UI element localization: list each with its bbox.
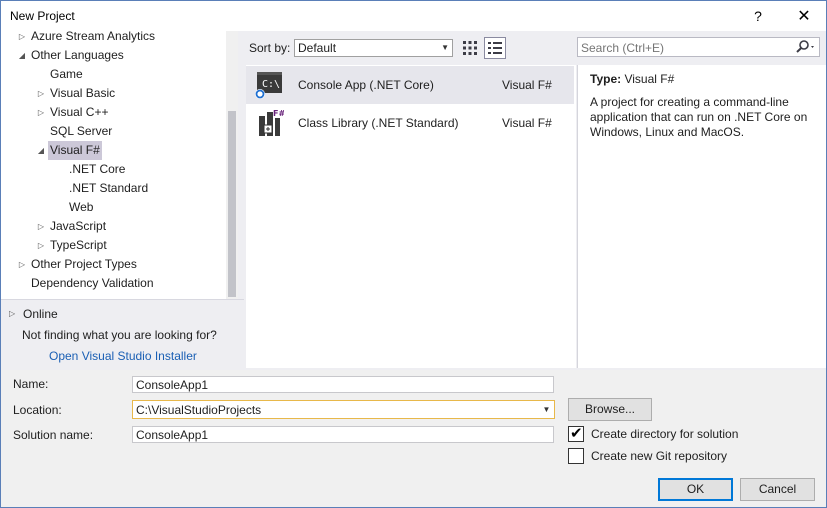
tree-item-label: Game <box>50 67 83 81</box>
template-language: Visual F# <box>502 78 552 92</box>
sort-dropdown[interactable]: Default ▼ <box>294 39 453 57</box>
not-finding-text: Not finding what you are looking for? <box>22 328 217 342</box>
search-input[interactable] <box>581 40 781 55</box>
tree-item-label: Dependency Validation <box>31 276 154 290</box>
name-label: Name: <box>13 377 49 391</box>
sort-label: Sort by: <box>249 41 291 55</box>
description-panel: Type: Visual F# A project for creating a… <box>577 65 826 368</box>
sort-toolbar: Sort by: Default ▼ <box>246 36 576 60</box>
expand-arrow-icon[interactable]: ▷ <box>36 84 46 103</box>
template-name: Console App (.NET Core) <box>298 78 434 92</box>
create-directory-label: Create directory for solution <box>591 427 739 441</box>
dropdown-arrow-icon: ▼ <box>441 43 449 52</box>
description-text: A project for creating a command-line ap… <box>590 95 808 139</box>
solution-name-input[interactable] <box>132 426 554 443</box>
tree-item-label: Visual C++ <box>50 105 109 119</box>
tree-item-label: SQL Server <box>50 124 113 138</box>
expand-arrow-icon[interactable]: ▷ <box>17 255 27 274</box>
tree-item-label: Other Project Types <box>31 257 137 271</box>
svg-text:C:\: C:\ <box>262 79 280 90</box>
tree-item-label: Web <box>69 200 94 214</box>
tree-item-label: Visual F# <box>48 141 102 160</box>
template-item-class-library[interactable]: F# Class Library (.NET Standard) Visual … <box>246 104 574 142</box>
tree-scrollbar[interactable] <box>226 31 238 299</box>
search-icon <box>796 40 814 53</box>
tree-scrollbar-thumb[interactable] <box>228 111 236 297</box>
location-label: Location: <box>13 403 62 417</box>
project-details-form: Name: Location: ▼ Browse... Solution nam… <box>1 370 826 507</box>
solution-name-label: Solution name: <box>13 428 94 442</box>
svg-text:F#: F# <box>273 109 284 118</box>
tree-item-label: Azure Stream Analytics <box>31 31 156 43</box>
expand-arrow-icon[interactable]: ◢ <box>36 141 46 160</box>
location-combobox[interactable]: ▼ <box>132 400 555 419</box>
search-box[interactable] <box>577 37 820 57</box>
create-git-label: Create new Git repository <box>591 449 728 463</box>
name-input[interactable] <box>132 376 554 393</box>
type-line: Type: Visual F# <box>590 72 674 86</box>
cancel-button[interactable]: Cancel <box>740 478 815 501</box>
tree-item-label: JavaScript <box>50 219 107 233</box>
tree-item-label: Other Languages <box>31 48 124 62</box>
tree-item-label: .NET Core <box>69 162 126 176</box>
help-button[interactable]: ? <box>735 1 781 32</box>
class-library-icon: F# <box>259 109 284 136</box>
location-input[interactable] <box>133 401 538 418</box>
tree-item-label: Visual Basic <box>50 86 116 100</box>
expand-arrow-icon[interactable]: ▷ <box>36 217 46 236</box>
expand-arrow-icon[interactable]: ▷ <box>17 31 27 46</box>
template-name: Class Library (.NET Standard) <box>298 116 459 130</box>
create-git-checkbox[interactable] <box>568 448 584 464</box>
tree-item-label: Online <box>23 307 58 321</box>
template-tree: ▷ Azure Stream Analytics ◢ Other Languages G… <box>1 31 238 299</box>
expand-arrow-icon[interactable]: ▷ <box>36 103 46 122</box>
expand-arrow-icon[interactable]: ▷ <box>9 304 15 324</box>
console-app-icon: C:\ <box>255 72 282 99</box>
close-button[interactable]: ✕ <box>781 1 827 32</box>
create-directory-checkbox[interactable]: ✔ <box>568 425 584 442</box>
title-bar: New Project ? ✕ <box>0 0 827 31</box>
window-title: New Project <box>10 9 75 23</box>
template-list: C:\ Console App (.NET Core) Visual F# F#… <box>246 65 576 368</box>
template-item-console-app[interactable]: C:\ Console App (.NET Core) Visual F# <box>246 66 574 104</box>
open-installer-link[interactable]: Open Visual Studio Installer <box>49 349 197 363</box>
tree-item-label: .NET Standard <box>69 181 149 195</box>
browse-button[interactable]: Browse... <box>568 398 652 421</box>
list-view-button[interactable] <box>484 37 506 59</box>
list-icon <box>488 42 502 54</box>
expand-arrow-icon[interactable]: ▷ <box>36 236 46 255</box>
small-icons-view-button[interactable] <box>461 39 479 57</box>
tree-item-label: TypeScript <box>50 238 107 252</box>
type-key: Type: <box>590 72 622 86</box>
grid-icon <box>463 41 477 55</box>
type-value: Visual F# <box>624 72 675 86</box>
dropdown-arrow-icon[interactable]: ▼ <box>539 401 554 418</box>
template-language: Visual F# <box>502 116 552 130</box>
ok-button[interactable]: OK <box>658 478 733 501</box>
expand-arrow-icon[interactable]: ◢ <box>17 46 27 65</box>
sort-value: Default <box>298 41 337 55</box>
checkmark-icon: ✔ <box>570 425 583 442</box>
left-lower-panel: ▷ Online Not finding what you are lookin… <box>1 299 244 369</box>
search-button[interactable] <box>791 39 817 56</box>
